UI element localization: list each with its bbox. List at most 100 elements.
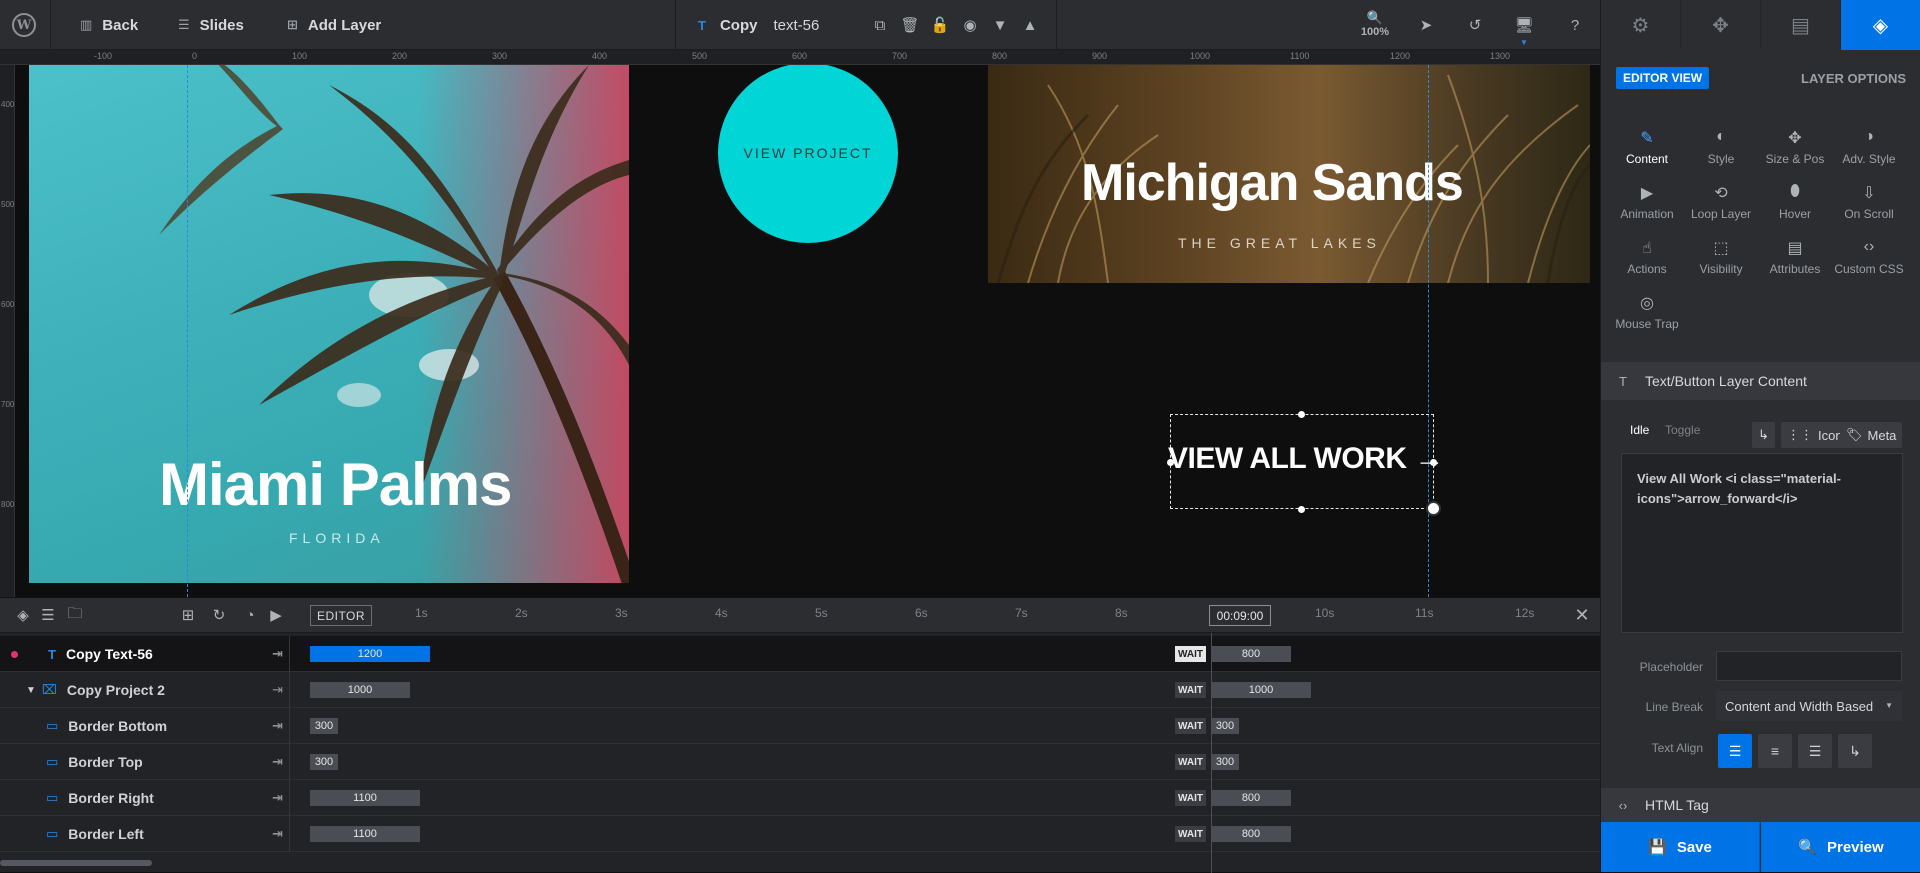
timeline-row[interactable]: ▭ Border Top ⇥ 300 WAIT 300 xyxy=(0,744,1600,780)
option-mouse-trap[interactable]: ◎ Mouse Trap xyxy=(1610,293,1684,331)
resize-handle[interactable] xyxy=(1298,506,1305,513)
start-anim-bar[interactable]: 300 xyxy=(310,718,338,734)
add-layer-button[interactable]: ⊞ Add Layer xyxy=(287,0,381,50)
gear-icon[interactable]: ⚙ xyxy=(1601,0,1681,50)
collapse-arrow-icon[interactable]: ⇥ xyxy=(272,646,283,662)
align-center-icon[interactable]: ≡ xyxy=(1758,734,1792,768)
layer-content-textarea[interactable]: View All Work <i class="material-icons">… xyxy=(1621,453,1903,633)
preview-button[interactable]: 🔍 Preview xyxy=(1761,822,1920,872)
play-icon[interactable]: ▶ xyxy=(266,605,286,625)
option-attributes[interactable]: ▤ Attributes xyxy=(1758,238,1832,276)
view-project-circle-button[interactable]: VIEW PROJECT xyxy=(718,65,898,243)
gamepad-icon[interactable]: ✥ xyxy=(1681,0,1761,50)
editor-mode-badge[interactable]: EDITOR xyxy=(310,605,372,626)
help-icon[interactable]: ? xyxy=(1565,15,1585,35)
save-button[interactable]: 💾 Save xyxy=(1601,822,1760,872)
slide-canvas[interactable]: Miami Palms FLORIDA VIEW PROJECT Michiga… xyxy=(15,65,1600,597)
tab-toggle[interactable]: Toggle xyxy=(1665,423,1700,437)
undo-icon[interactable]: ↺ xyxy=(1465,15,1485,35)
collapse-arrow-icon[interactable]: ⇥ xyxy=(272,682,283,698)
option-content[interactable]: ✎ Content xyxy=(1610,128,1684,166)
start-anim-bar[interactable]: 1100 xyxy=(310,826,420,842)
layer-name-cell[interactable]: ▭ Border Top ⇥ xyxy=(0,744,290,780)
wait-badge[interactable]: WAIT xyxy=(1175,826,1206,842)
timeline-row[interactable]: ▭ Border Left ⇥ 1100 WAIT 800 xyxy=(0,816,1600,852)
option-on-scroll[interactable]: ⇩ On Scroll xyxy=(1832,183,1906,221)
card-title[interactable]: Michigan Sands xyxy=(1081,153,1464,213)
collapse-arrow-icon[interactable]: ⇥ xyxy=(272,754,283,770)
layer-name-cell[interactable]: ▭ Border Right ⇥ xyxy=(0,780,290,816)
option-visibility[interactable]: ⬚ Visibility xyxy=(1684,238,1758,276)
tab-idle[interactable]: Idle xyxy=(1630,423,1649,437)
layer-name-cell[interactable]: T Copy Text-56 ⇥ xyxy=(0,636,290,672)
gallery-icon[interactable]: ▤ xyxy=(1761,0,1841,50)
list-icon[interactable]: ☰ xyxy=(38,605,58,625)
move-down-icon[interactable]: ▼ xyxy=(990,15,1010,35)
current-layer-name[interactable]: T Copy text-56 xyxy=(698,0,819,50)
move-up-icon[interactable]: ▲ xyxy=(1020,15,1040,35)
meta-button[interactable]: 🏷 Meta xyxy=(1840,422,1903,448)
layers-icon[interactable]: ◈ xyxy=(13,605,33,625)
rotate-handle[interactable] xyxy=(1426,501,1441,516)
layer-name-cell[interactable]: ▭ Border Bottom ⇥ xyxy=(0,708,290,744)
option-adv-style[interactable]: ◑ Adv. Style xyxy=(1832,128,1906,166)
view-all-work-button[interactable]: VIEW ALL WORK → xyxy=(1168,442,1444,476)
end-anim-bar[interactable]: 800 xyxy=(1211,826,1291,842)
wait-badge[interactable]: WAIT xyxy=(1175,682,1206,698)
option-animation[interactable]: ▶ Animation xyxy=(1610,183,1684,221)
line-break-insert-button[interactable]: ↳ xyxy=(1752,422,1775,448)
placeholder-input[interactable] xyxy=(1716,651,1902,681)
cursor-icon[interactable]: ➤ xyxy=(1416,15,1436,35)
michigan-sands-card[interactable]: Michigan Sands THE GREAT LAKES xyxy=(988,65,1590,283)
line-break-select[interactable]: Content and Width Based ▼ xyxy=(1716,691,1902,721)
card-subtitle[interactable]: FLORIDA xyxy=(289,530,385,546)
delete-icon[interactable]: 🗑 xyxy=(900,15,920,35)
eye-icon[interactable]: ◉ xyxy=(960,15,980,35)
align-right-icon[interactable]: ☰ xyxy=(1798,734,1832,768)
end-anim-bar[interactable]: 800 xyxy=(1211,646,1291,662)
option-custom-css[interactable]: ‹› Custom CSS xyxy=(1832,238,1906,276)
card-title[interactable]: Miami Palms xyxy=(159,450,512,519)
collapse-arrow-icon[interactable]: ⇥ xyxy=(272,790,283,806)
folder-icon[interactable]: 🗀 xyxy=(65,605,85,625)
start-anim-bar[interactable]: 1200 xyxy=(310,646,430,662)
align-left-icon[interactable]: ☰ xyxy=(1718,734,1752,768)
start-anim-bar[interactable]: 1000 xyxy=(310,682,410,698)
collapse-arrow-icon[interactable]: ⇥ xyxy=(272,826,283,842)
wait-badge[interactable]: WAIT xyxy=(1175,754,1206,770)
icon-button[interactable]: ⋮⋮ Icon xyxy=(1781,422,1849,448)
card-subtitle[interactable]: THE GREAT LAKES xyxy=(1178,235,1381,251)
align-inherit-icon[interactable]: ↳ xyxy=(1838,734,1872,768)
miami-palms-card[interactable]: Miami Palms FLORIDA xyxy=(29,65,629,583)
slides-button[interactable]: ☰ Slides xyxy=(178,0,244,50)
option-actions[interactable]: ☝ Actions xyxy=(1610,238,1684,276)
wait-badge[interactable]: WAIT xyxy=(1175,790,1206,806)
layer-name-cell[interactable]: ▼ ⌧ Copy Project 2 ⇥ xyxy=(0,672,290,708)
end-anim-bar[interactable]: 1000 xyxy=(1211,682,1311,698)
lock-icon[interactable]: 🔓 xyxy=(930,15,950,35)
current-time-marker[interactable]: 00:09:00 xyxy=(1209,605,1271,626)
timeline-row[interactable]: ▭ Border Right ⇥ 1100 WAIT 800 xyxy=(0,780,1600,816)
back-button[interactable]: ▥ Back xyxy=(80,0,138,50)
zoom-control[interactable]: 🔍 100% xyxy=(1360,10,1390,38)
start-anim-bar[interactable]: 1100 xyxy=(310,790,420,806)
magnet-icon[interactable]: ↻ xyxy=(209,605,229,625)
close-icon[interactable]: ✕ xyxy=(1572,605,1592,625)
timeline-row[interactable]: ▭ Border Bottom ⇥ 300 WAIT 300 xyxy=(0,708,1600,744)
layers-tab-icon[interactable]: ◈ xyxy=(1841,0,1920,50)
wait-badge[interactable]: WAIT xyxy=(1175,718,1206,734)
end-anim-bar[interactable]: 300 xyxy=(1211,718,1239,734)
layer-name-cell[interactable]: ▭ Border Left ⇥ xyxy=(0,816,290,852)
expand-caret-icon[interactable]: ▼ xyxy=(26,685,36,696)
editor-view-badge[interactable]: EDITOR VIEW xyxy=(1616,67,1710,89)
content-section-header[interactable]: T Text/Button Layer Content xyxy=(1601,362,1920,400)
timeline-row[interactable]: T Copy Text-56 ⇥ 1200 WAIT 800 xyxy=(0,636,1600,672)
wait-badge[interactable]: WAIT xyxy=(1175,646,1206,662)
option-loop-layer[interactable]: ⟲ Loop Layer xyxy=(1684,183,1758,221)
duplicate-icon[interactable]: ⧉ xyxy=(870,15,890,35)
option-size-pos[interactable]: ✥ Size & Pos xyxy=(1758,128,1832,166)
option-hover[interactable]: ⬮ Hover xyxy=(1758,183,1832,221)
option-style[interactable]: ◐ Style xyxy=(1684,128,1758,166)
horizontal-scrollbar[interactable] xyxy=(0,860,152,866)
end-anim-bar[interactable]: 300 xyxy=(1211,754,1239,770)
